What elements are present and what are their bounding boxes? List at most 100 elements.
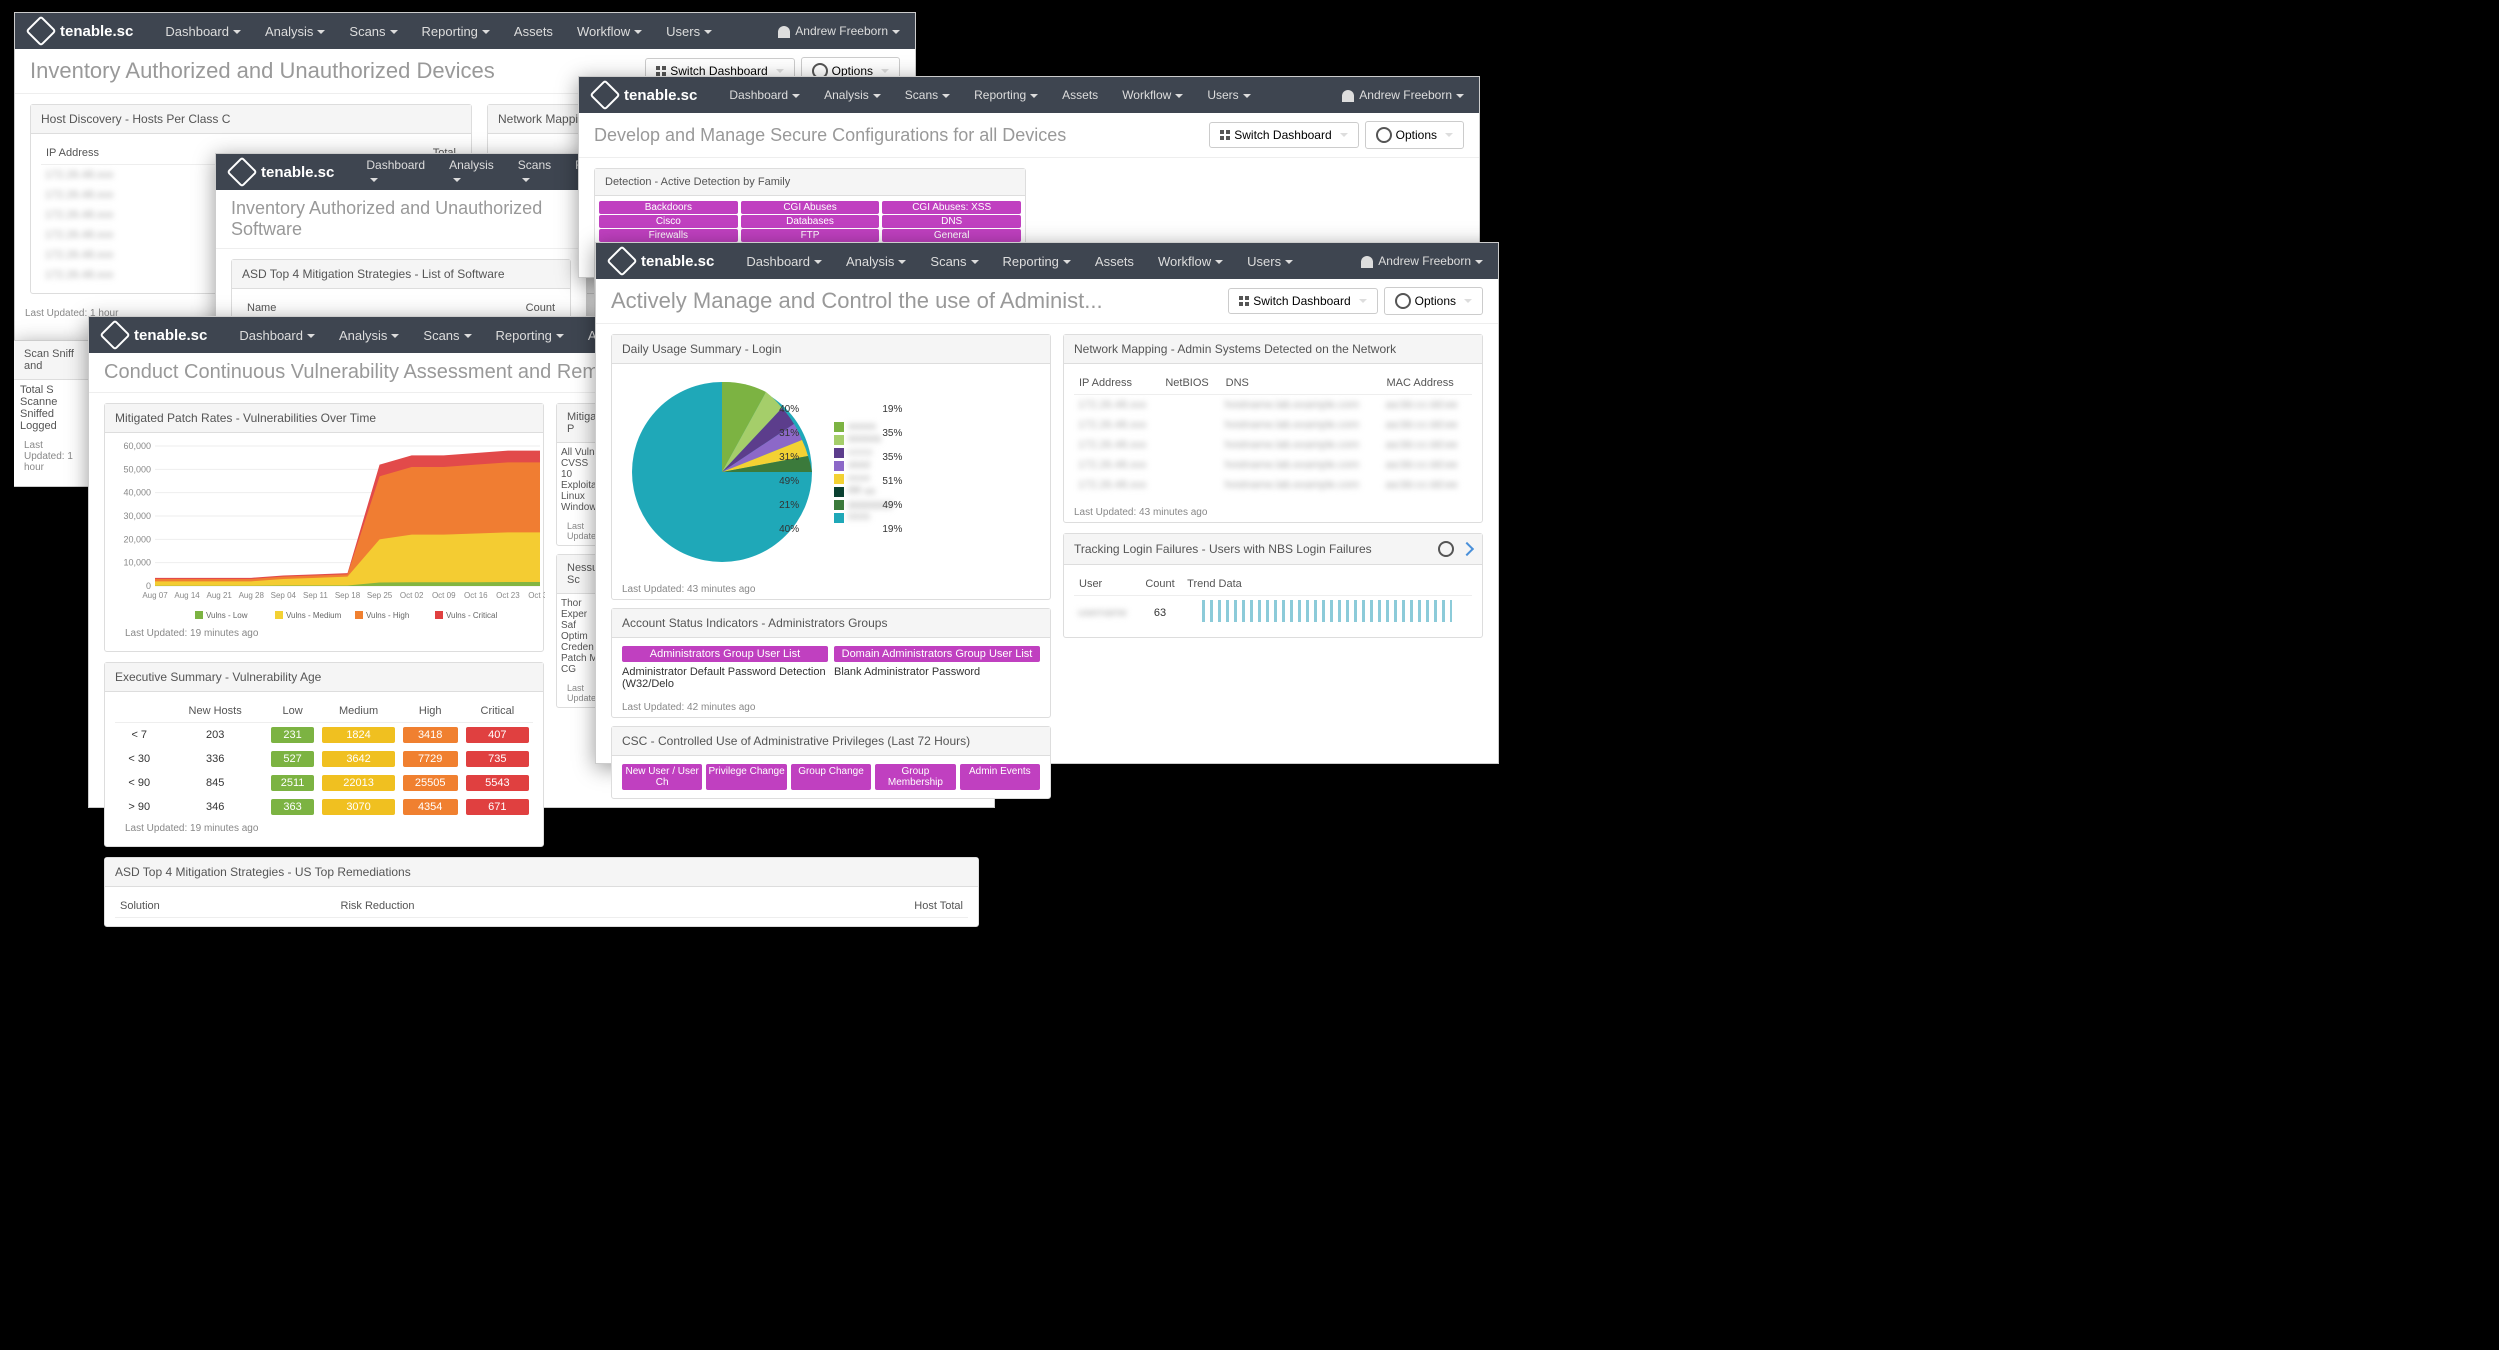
chevron-down-icon xyxy=(892,30,900,34)
panel-vuln-age: Executive Summary - Vulnerability Age Ne… xyxy=(104,662,544,847)
nav-users[interactable]: Users xyxy=(654,24,724,39)
nav-assets[interactable]: Assets xyxy=(1050,88,1110,102)
svg-text:Oct 16: Oct 16 xyxy=(464,591,488,600)
nav-workflow[interactable]: Workflow xyxy=(565,24,654,39)
user-icon xyxy=(778,26,790,38)
nav-analysis[interactable]: Analysis xyxy=(253,24,337,39)
nav-scans[interactable]: Scans xyxy=(411,328,483,343)
pie-chart xyxy=(622,372,822,572)
family-pill[interactable]: CGI Abuses: XSS xyxy=(882,201,1021,214)
page-title: Actively Manage and Control the use of A… xyxy=(611,288,1222,314)
svg-text:Sep 25: Sep 25 xyxy=(367,591,393,600)
csc-pill[interactable]: Group Change xyxy=(791,764,871,790)
svg-text:Oct 30: Oct 30 xyxy=(528,591,545,600)
svg-text:60,000: 60,000 xyxy=(123,441,151,451)
family-pill[interactable]: General xyxy=(882,229,1021,242)
family-pill[interactable]: FTP xyxy=(741,229,880,242)
gear-icon[interactable] xyxy=(1438,541,1454,557)
nav-analysis[interactable]: Analysis xyxy=(834,254,918,269)
brand-text: tenable.sc xyxy=(60,23,133,40)
nav-dashboard[interactable]: Dashboard xyxy=(227,328,327,343)
nav-workflow[interactable]: Workflow xyxy=(1146,254,1235,269)
family-pill[interactable]: DNS xyxy=(882,215,1021,228)
navbar: tenable.sc DashboardAnalysisScansReporti… xyxy=(216,154,586,190)
logo[interactable]: tenable.sc xyxy=(104,324,207,346)
svg-text:Aug 28: Aug 28 xyxy=(239,591,265,600)
csc-pill[interactable]: Privilege Change xyxy=(706,764,786,790)
page-title: Develop and Manage Secure Configurations… xyxy=(594,125,1203,146)
svg-text:Aug 14: Aug 14 xyxy=(174,591,200,600)
svg-text:Oct 02: Oct 02 xyxy=(400,591,424,600)
grid-icon xyxy=(656,66,666,76)
svg-text:40,000: 40,000 xyxy=(123,488,151,498)
navbar: tenable.sc DashboardAnalysisScansReporti… xyxy=(15,13,915,49)
svg-text:10,000: 10,000 xyxy=(123,558,151,568)
chevron-right-icon[interactable] xyxy=(1460,542,1474,556)
nav-assets[interactable]: Assets xyxy=(1083,254,1146,269)
logo[interactable]: tenable.sc xyxy=(231,161,334,183)
nav-dashboard[interactable]: Dashboard xyxy=(734,254,834,269)
nav-analysis[interactable]: Analysis xyxy=(812,88,893,102)
window-admin-manage: tenable.sc DashboardAnalysisScansReportin… xyxy=(595,242,1499,764)
pill-admin-users[interactable]: Administrators Group User List xyxy=(622,646,828,662)
panel-admin-groups: Account Status Indicators - Administrato… xyxy=(611,608,1051,718)
nav-dashboard[interactable]: Dashboard xyxy=(153,24,253,39)
svg-text:Vulns - Critical: Vulns - Critical xyxy=(446,611,497,620)
nav-analysis[interactable]: Analysis xyxy=(327,328,411,343)
nav-reporting[interactable]: Reporting xyxy=(962,88,1050,102)
nav-scans[interactable]: Scans xyxy=(893,88,962,102)
family-pill[interactable]: CGI Abuses xyxy=(741,201,880,214)
svg-text:Oct 23: Oct 23 xyxy=(496,591,520,600)
nav-dashboard[interactable]: Dashboard xyxy=(354,158,437,186)
panel-title: Host Discovery - Hosts Per Class C xyxy=(31,105,471,134)
nav-users[interactable]: Users xyxy=(1195,88,1262,102)
page-title: Inventory Authorized and Unauthorized De… xyxy=(30,58,639,84)
nav-reporting[interactable]: Reporting xyxy=(991,254,1083,269)
svg-text:0: 0 xyxy=(146,581,151,591)
logo[interactable]: tenable.sc xyxy=(30,20,133,42)
panel-scan-sniff: Scan Sniff and Total S Scanne Sniffed Lo… xyxy=(14,340,90,487)
nav-items: DashboardAnalysisScansReportingAssetsWor… xyxy=(153,24,778,39)
nav-analysis[interactable]: Analysis xyxy=(437,158,506,186)
csc-pill[interactable]: Admin Events xyxy=(960,764,1040,790)
svg-text:Sep 04: Sep 04 xyxy=(271,591,297,600)
options-button[interactable]: Options xyxy=(1384,287,1483,315)
svg-text:50,000: 50,000 xyxy=(123,464,151,474)
user-menu[interactable]: Andrew Freeborn xyxy=(778,24,900,38)
page-title: Inventory Authorized and Unauthorized So… xyxy=(231,198,571,240)
family-pill[interactable]: Backdoors xyxy=(599,201,738,214)
svg-text:Vulns - High: Vulns - High xyxy=(366,611,409,620)
csc-pill[interactable]: New User / User Ch xyxy=(622,764,702,790)
nav-reporting[interactable]: Reporting xyxy=(410,24,502,39)
nav-scans[interactable]: Scans xyxy=(506,158,563,186)
nav-scans[interactable]: Scans xyxy=(337,24,409,39)
area-chart: 010,00020,00030,00040,00050,00060,000Aug… xyxy=(115,441,545,621)
svg-text:30,000: 30,000 xyxy=(123,511,151,521)
svg-text:Sep 11: Sep 11 xyxy=(303,591,328,600)
nav-workflow[interactable]: Workflow xyxy=(1110,88,1195,102)
nav-assets[interactable]: Assets xyxy=(502,24,565,39)
family-pill[interactable]: Cisco xyxy=(599,215,738,228)
options-button[interactable]: Options xyxy=(1365,121,1464,149)
panel-network-mapping-admin: Network Mapping - Admin Systems Detected… xyxy=(1063,334,1483,523)
pill-domain-admin-users[interactable]: Domain Administrators Group User List xyxy=(834,646,1040,662)
nav-scans[interactable]: Scans xyxy=(918,254,990,269)
svg-text:Aug 07: Aug 07 xyxy=(142,591,168,600)
logo[interactable]: tenable.sc xyxy=(611,250,714,272)
logo[interactable]: tenable.sc xyxy=(594,84,697,106)
switch-dashboard-button[interactable]: Switch Dashboard xyxy=(1228,288,1377,314)
sparkline xyxy=(1202,600,1452,622)
nav-reporting[interactable]: Reporting xyxy=(484,328,576,343)
logo-icon xyxy=(226,156,257,187)
user-menu[interactable]: Andrew Freeborn xyxy=(1361,254,1483,268)
nav-dashboard[interactable]: Dashboard xyxy=(717,88,812,102)
family-pill[interactable]: Firewalls xyxy=(599,229,738,242)
panel-title: ASD Top 4 Mitigation Strategies - List o… xyxy=(232,260,570,289)
user-menu[interactable]: Andrew Freeborn xyxy=(1342,88,1464,102)
panel-daily-usage: Daily Usage Summary - Login aaaaa bbbbbb… xyxy=(611,334,1051,600)
family-pill[interactable]: Databases xyxy=(741,215,880,228)
csc-pill[interactable]: Group Membership xyxy=(875,764,955,790)
nav-users[interactable]: Users xyxy=(1235,254,1305,269)
svg-text:Sep 18: Sep 18 xyxy=(335,591,361,600)
switch-dashboard-button[interactable]: Switch Dashboard xyxy=(1209,122,1358,148)
